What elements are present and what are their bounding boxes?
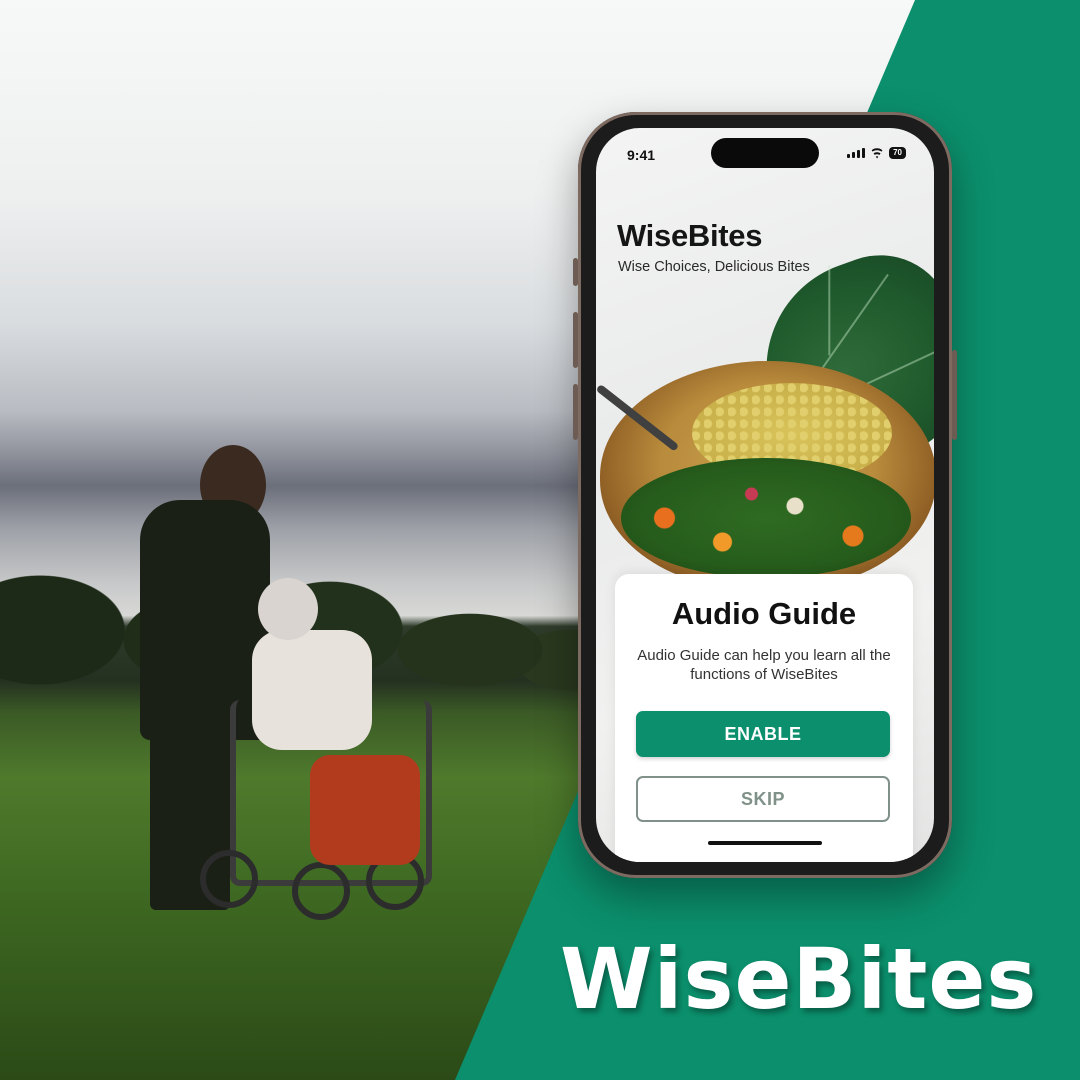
app-subtitle: Wise Choices, Delicious Bites (618, 259, 810, 275)
phone-power-button (952, 350, 957, 440)
phone-screen: 9:41 70 WiseBites Wise Choices, Deliciou… (596, 128, 934, 862)
signal-icon (847, 148, 866, 158)
app-title: WiseBites (617, 218, 763, 253)
status-time: 9:41 (627, 147, 656, 163)
enable-button[interactable]: ENABLE (636, 711, 890, 757)
audio-guide-card: Audio Guide Audio Guide can help you lea… (615, 574, 913, 862)
phone-volume-up-button (573, 312, 578, 368)
wheelchair-wheel (292, 862, 350, 920)
phone-volume-down-button (573, 384, 578, 440)
elder-figure (252, 630, 372, 750)
elder-legs (310, 755, 420, 865)
phone-action-button (573, 258, 578, 286)
wifi-icon (870, 148, 884, 158)
audio-guide-title: Audio Guide (671, 596, 857, 631)
skip-button[interactable]: SKIP (636, 776, 890, 822)
wheelchair-wheel (200, 850, 258, 908)
elder-head (258, 578, 318, 640)
brand-name: WiseBites (560, 930, 1038, 1028)
battery-icon: 70 (889, 147, 906, 159)
home-indicator[interactable] (708, 841, 822, 845)
salad-image (621, 458, 911, 578)
status-icons: 70 (847, 147, 906, 159)
dynamic-island (711, 138, 819, 168)
audio-guide-description: Audio Guide can help you learn all the f… (637, 647, 891, 683)
